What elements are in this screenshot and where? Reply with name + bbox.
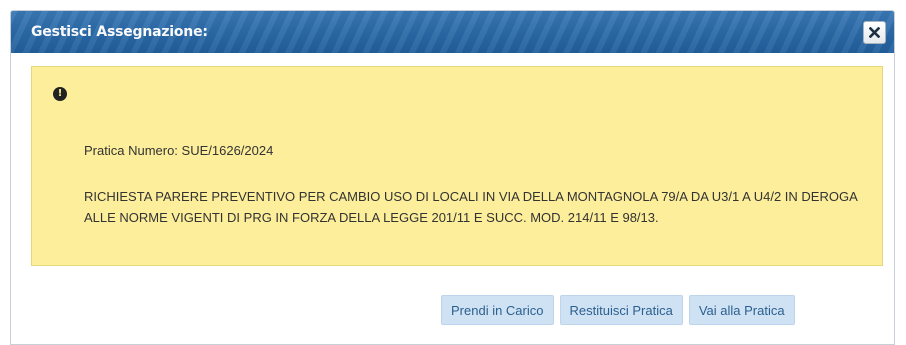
practice-description: RICHIESTA PARERE PREVENTIVO PER CAMBIO U… [84,189,858,225]
practice-number: Pratica Numero: SUE/1626/2024 [84,143,274,158]
dialog-titlebar[interactable]: Gestisci Assegnazione: [11,11,894,53]
dialog-title: Gestisci Assegnazione: [31,24,208,40]
take-charge-button[interactable]: Prendi in Carico [441,295,554,325]
dialog-actions: Prendi in Carico Restituisci Pratica Vai… [441,295,795,325]
return-practice-button[interactable]: Restituisci Pratica [559,295,683,325]
go-to-practice-button[interactable]: Vai alla Pratica [688,295,795,325]
close-icon [869,27,880,38]
exclamation-circle-icon: ! [53,87,67,101]
close-button[interactable] [863,21,886,44]
assignment-dialog: Gestisci Assegnazione: ! Pratica Numero:… [10,10,895,345]
practice-alert: ! Pratica Numero: SUE/1626/2024 RICHIEST… [31,66,883,266]
